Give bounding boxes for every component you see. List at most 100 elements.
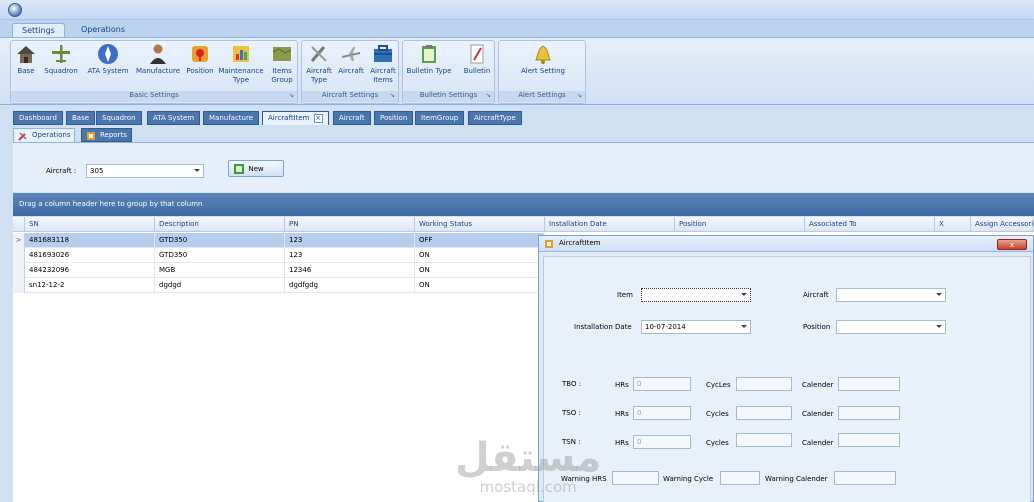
tab-reports[interactable]: Reports: [81, 128, 132, 142]
cell-sn[interactable]: 481683118: [25, 233, 155, 248]
group-by-panel[interactable]: Drag a column header here to group by th…: [13, 193, 1034, 216]
aircraft-select[interactable]: [836, 288, 946, 302]
column-header-x[interactable]: X: [935, 217, 971, 232]
cell-pn[interactable]: 123: [285, 233, 415, 248]
warning-cycle-input[interactable]: [720, 471, 760, 485]
quick-access-bar: [0, 0, 1034, 20]
app-menu-orb-icon[interactable]: [8, 3, 22, 17]
wrench-icon: [18, 132, 27, 141]
dialog-launcher-icon[interactable]: ↘: [486, 92, 491, 99]
aircraft-button[interactable]: Aircraft: [336, 43, 366, 76]
tbo-hrs-input[interactable]: 0: [633, 377, 691, 391]
tab-position[interactable]: Position: [374, 111, 414, 125]
items-group-button-label: Items Group: [271, 67, 293, 84]
cell-description[interactable]: GTD350: [155, 233, 285, 248]
dialog-launcher-icon[interactable]: ↘: [577, 92, 582, 99]
document-tab-bar: Dashboard Base Squadron ATA System Manuf…: [10, 111, 1034, 125]
tab-itemgroup[interactable]: ItemGroup: [415, 111, 465, 125]
squadron-button[interactable]: Squadron: [43, 43, 79, 76]
column-header-working-status[interactable]: Working Status: [415, 217, 545, 232]
tsn-cycles-input[interactable]: [736, 433, 792, 447]
aircraft-filter-select[interactable]: 305: [86, 164, 204, 178]
cell-working-status[interactable]: OFF: [415, 233, 545, 248]
cell-pn[interactable]: 123: [285, 248, 415, 263]
column-header-sn[interactable]: SN: [25, 217, 155, 232]
ribbon-panel: Base Squadron ATA System Manufacture Pos…: [0, 37, 1034, 105]
cell-description[interactable]: dgdgd: [155, 278, 285, 293]
column-header-pn[interactable]: PN: [285, 217, 415, 232]
new-button[interactable]: New: [228, 160, 284, 177]
installation-date-picker[interactable]: 10-07-2014: [641, 320, 751, 334]
tab-aircraftitem[interactable]: AircraftItem ×: [262, 111, 329, 125]
group-aircraft-settings: Aircraft Type Aircraft Aircraft Items Ai…: [301, 40, 399, 104]
cell-working-status[interactable]: ON: [415, 248, 545, 263]
row-indicator: [13, 278, 25, 293]
dialog-title-bar[interactable]: AircraftItem x: [539, 236, 1033, 252]
person-icon: [150, 44, 166, 64]
tab-ata-system[interactable]: ATA System: [147, 111, 201, 125]
column-header-position[interactable]: Position: [675, 217, 805, 232]
items-group-button[interactable]: Items Group: [267, 43, 297, 85]
cell-description[interactable]: MGB: [155, 263, 285, 278]
column-header-assign-accessories[interactable]: Assign Accessories: [971, 217, 1034, 232]
warning-calender-input[interactable]: [834, 471, 896, 485]
tsn-calender-input[interactable]: [838, 433, 900, 447]
column-header-installation-date[interactable]: Installation Date: [545, 217, 675, 232]
tab-manufacture[interactable]: Manufacture: [203, 111, 260, 125]
close-tab-icon[interactable]: ×: [313, 114, 323, 123]
tab-base[interactable]: Base: [66, 111, 96, 125]
cell-sn[interactable]: 481693026: [25, 248, 155, 263]
cell-working-status[interactable]: ON: [415, 263, 545, 278]
column-header-description[interactable]: Description: [155, 217, 285, 232]
aircraft-filter-value: 305: [90, 167, 104, 175]
tab-aircrafttype[interactable]: AircraftType: [468, 111, 522, 125]
column-header-associated-to[interactable]: Associated To: [805, 217, 935, 232]
tbo-cycles-input[interactable]: [736, 377, 792, 391]
maintenance-type-button[interactable]: Maintenance Type: [217, 43, 265, 85]
bulletin-type-button[interactable]: Bulletin Type: [405, 43, 453, 76]
item-select[interactable]: [641, 288, 751, 302]
cell-pn[interactable]: 12346: [285, 263, 415, 278]
tab-aircraft[interactable]: Aircraft: [333, 111, 371, 125]
aircraft-items-button-label: Aircraft Items: [370, 67, 396, 84]
cell-working-status[interactable]: ON: [415, 278, 545, 293]
position-button[interactable]: Position: [185, 43, 215, 76]
dialog-launcher-icon[interactable]: ↘: [289, 92, 294, 99]
dialog-close-button[interactable]: x: [997, 239, 1027, 250]
compass-icon: [98, 44, 118, 64]
alert-setting-button[interactable]: Alert Setting: [521, 43, 565, 76]
tso-calender-input[interactable]: [838, 406, 900, 420]
bulletin-button[interactable]: Bulletin: [461, 43, 493, 76]
base-button[interactable]: Base: [15, 43, 37, 76]
tab-dashboard[interactable]: Dashboard: [13, 111, 63, 125]
tab-operations[interactable]: Operations: [13, 128, 76, 142]
cell-sn[interactable]: sn12-12-2: [25, 278, 155, 293]
tsn-hrs-input[interactable]: 0: [633, 435, 691, 449]
dialog-launcher-icon[interactable]: ↘: [390, 92, 395, 99]
group-alert-settings: Alert Setting Alert Settings ↘: [498, 40, 586, 104]
manufacture-button[interactable]: Manufacture: [135, 43, 181, 76]
cell-pn[interactable]: dgdfgdg: [285, 278, 415, 293]
cell-description[interactable]: GTD350: [155, 248, 285, 263]
group-caption-aircraft: Aircraft Settings ↘: [302, 91, 398, 102]
aircraft-items-button[interactable]: Aircraft Items: [368, 43, 398, 85]
chart-icon: [233, 46, 249, 62]
ribbon-tab-operations[interactable]: Operations: [72, 23, 134, 38]
map-icon: [272, 47, 292, 61]
cell-sn[interactable]: 484232096: [25, 263, 155, 278]
form-icon: [545, 240, 553, 248]
tso-cycles-label: Cycles: [706, 410, 729, 418]
ata-system-button-label: ATA System: [87, 67, 129, 75]
tso-hrs-input[interactable]: 0: [633, 406, 691, 420]
tab-squadron[interactable]: Squadron: [96, 111, 142, 125]
clipboard-icon: [422, 45, 436, 63]
position-select[interactable]: [836, 320, 946, 334]
ribbon-tab-settings[interactable]: Settings: [12, 23, 65, 38]
group-bulletin-settings: Bulletin Type Bulletin Bulletin Settings…: [402, 40, 495, 104]
tso-cycles-input[interactable]: [736, 406, 792, 420]
warning-hrs-input[interactable]: [612, 471, 659, 485]
row-indicator-icon: >: [13, 233, 25, 248]
tbo-calender-input[interactable]: [838, 377, 900, 391]
ata-system-button[interactable]: ATA System: [85, 43, 131, 76]
aircraft-type-button[interactable]: Aircraft Type: [304, 43, 334, 85]
